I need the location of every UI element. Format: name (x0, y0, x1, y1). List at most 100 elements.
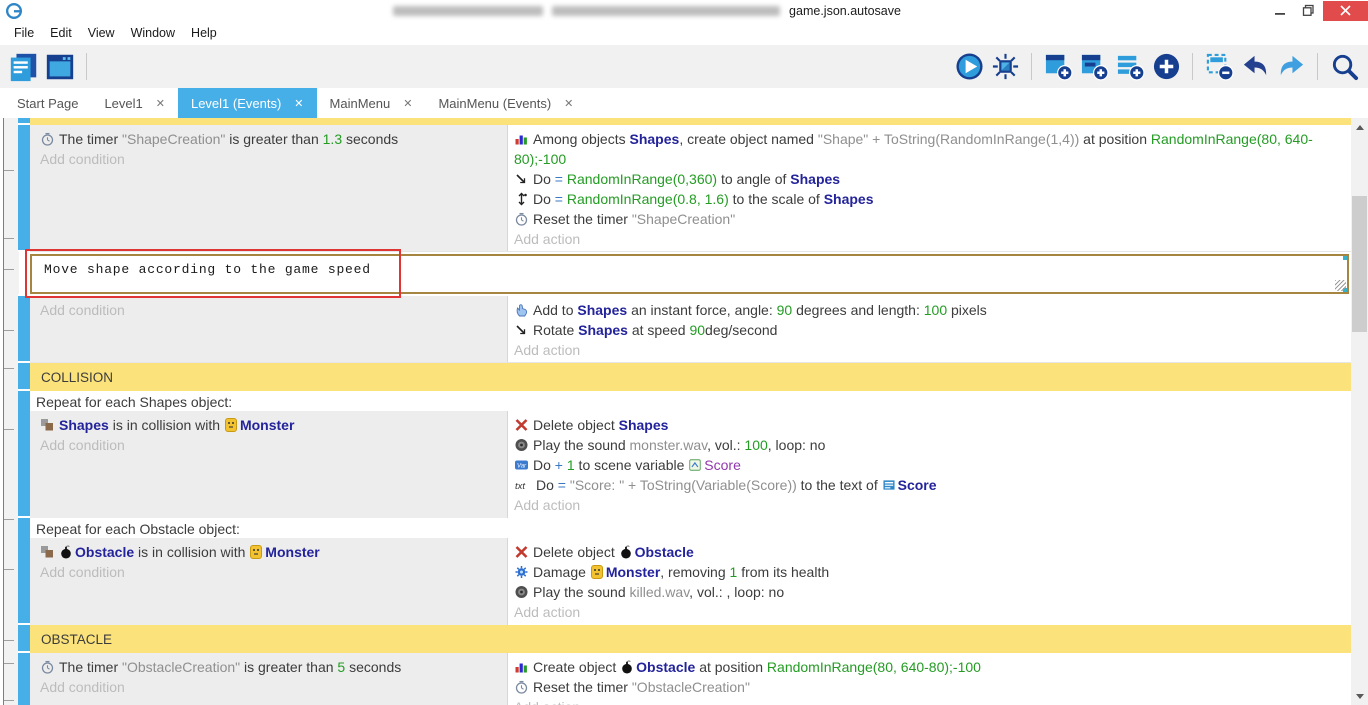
minimize-button[interactable] (1265, 1, 1294, 21)
add-action-button[interactable]: Add action (514, 340, 1341, 360)
redo-button[interactable] (1273, 50, 1309, 84)
event-margin[interactable] (18, 653, 30, 705)
tree-tick (4, 663, 14, 664)
event-row: Add condition Add to Shapes an instant fo… (18, 296, 1351, 363)
action-line[interactable]: Among objects Shapes, create object name… (514, 129, 1341, 169)
separator-body[interactable]: OBSTACLE (30, 625, 1351, 653)
search-button[interactable] (1326, 50, 1362, 84)
debug-button[interactable] (987, 50, 1023, 84)
action-line[interactable]: Delete object Shapes (514, 415, 1341, 435)
separator-body[interactable] (30, 118, 1351, 125)
action-line[interactable]: Do = RandomInRange(0.8, 1.6) to the scal… (514, 189, 1341, 209)
action-line[interactable]: Play the sound killed.wav, vol.: , loop:… (514, 582, 1341, 602)
add-condition-button[interactable]: Add condition (40, 149, 501, 169)
add-condition-button[interactable]: Add condition (40, 435, 501, 455)
tree-tick (4, 569, 14, 570)
scrollbar-down-button[interactable] (1351, 688, 1368, 704)
restore-button[interactable] (1294, 1, 1323, 21)
foreach-header[interactable]: Repeat for each Obstacle object: (30, 518, 1351, 538)
text-segment: Monster (265, 544, 319, 560)
condition-line[interactable]: Obstacle is in collision with Monster (40, 542, 501, 562)
text-segment: killed.wav (630, 584, 690, 600)
add-action-button[interactable]: Add action (514, 697, 1341, 705)
event-margin[interactable] (18, 363, 30, 391)
text-segment: "Score: " + ToString(Variable(Score)) (570, 477, 797, 493)
text-segment: Play the sound (533, 437, 630, 453)
add-condition-button[interactable]: Add condition (40, 300, 501, 320)
scrollbar-thumb[interactable] (1352, 196, 1367, 332)
tab-level1[interactable]: Level1 ✕ (91, 88, 178, 118)
action-cell: Add to Shapes an instant force, angle: 9… (508, 296, 1351, 362)
play-button[interactable] (951, 50, 987, 84)
condition-line[interactable]: The timer "ObstacleCreation" is greater … (40, 657, 501, 677)
selection-handle[interactable] (1343, 288, 1348, 293)
text-segment: is in collision with (109, 417, 224, 433)
menu-item-help[interactable]: Help (183, 26, 225, 40)
add-circle-button[interactable] (1148, 50, 1184, 84)
tree-tick (4, 269, 14, 270)
event-margin[interactable] (18, 118, 30, 125)
undo-button[interactable] (1237, 50, 1273, 84)
text-segment: 90 (689, 322, 705, 338)
action-line[interactable]: Create object Obstacle at position Rando… (514, 657, 1341, 677)
condition-line[interactable]: Shapes is in collision with Monster (40, 415, 501, 435)
action-line[interactable]: Delete object Obstacle (514, 542, 1341, 562)
action-line[interactable]: Play the sound monster.wav, vol.: 100, l… (514, 435, 1341, 455)
add-action-button[interactable]: Add action (514, 602, 1341, 622)
action-line[interactable]: Do = RandomInRange(0,360) to angle of Sh… (514, 169, 1341, 189)
action-line[interactable]: Reset the timer "ObstacleCreation" (514, 677, 1341, 697)
action-line[interactable]: Add to Shapes an instant force, angle: 9… (514, 300, 1341, 320)
separator-row: COLLISION (18, 363, 1351, 391)
play-icon (955, 52, 984, 81)
event-margin[interactable] (18, 625, 30, 653)
add-action-button[interactable]: Add action (514, 229, 1341, 249)
text-segment: "ShapeCreation" (632, 211, 735, 227)
tab-start-page[interactable]: Start Page (4, 88, 91, 118)
tab-close-icon[interactable]: ✕ (294, 97, 303, 110)
comment-editor[interactable]: Move shape according to the game speed (30, 254, 1349, 294)
tab-mainmenu[interactable]: MainMenu✕ (317, 88, 426, 118)
menu-item-edit[interactable]: Edit (42, 26, 80, 40)
window-title: game.json.autosave (29, 4, 1265, 18)
text-segment: degrees and length: (792, 302, 924, 318)
event-margin[interactable] (18, 296, 30, 363)
tab-level1-events[interactable]: Level1 (Events) ✕ (178, 88, 317, 118)
add-condition-button[interactable]: Add condition (40, 562, 501, 582)
tab-close-icon[interactable]: ✕ (156, 97, 165, 110)
add-condition-button[interactable]: Add condition (40, 677, 501, 697)
selection-handle[interactable] (1343, 255, 1348, 260)
remove-event-button[interactable] (1201, 50, 1237, 84)
action-line[interactable]: Rotate Shapes at speed 90deg/second (514, 320, 1341, 340)
action-line[interactable]: Damage Monster, removing 1 from its heal… (514, 562, 1341, 582)
scene-editor-button[interactable] (42, 50, 78, 84)
add-subevent-button[interactable] (1076, 50, 1112, 84)
tab-close-icon[interactable]: ✕ (564, 97, 573, 110)
tab-close-icon[interactable]: ✕ (403, 97, 412, 110)
add-comment-button[interactable] (1112, 50, 1148, 84)
separator-body[interactable]: COLLISION (30, 363, 1351, 391)
menu-item-window[interactable]: Window (123, 26, 183, 40)
close-button[interactable] (1323, 1, 1368, 21)
tree-tick (4, 640, 14, 641)
add-action-button[interactable]: Add action (514, 495, 1341, 515)
tab-label: Level1 (Events) (191, 96, 281, 111)
event-margin[interactable] (18, 391, 30, 518)
menu-item-file[interactable]: File (6, 26, 42, 40)
action-line[interactable]: txtDo = "Score: " + ToString(Variable(Sc… (514, 475, 1341, 495)
foreach-header[interactable]: Repeat for each Shapes object: (30, 391, 1351, 411)
add-event-button[interactable] (1040, 50, 1076, 84)
event-margin[interactable] (18, 125, 30, 252)
tab-label: Level1 (104, 96, 142, 111)
condition-line[interactable]: The timer "ShapeCreation" is greater tha… (40, 129, 501, 149)
event-margin[interactable] (18, 518, 30, 625)
action-line[interactable]: Reset the timer "ShapeCreation" (514, 209, 1341, 229)
tab-mainmenu-events[interactable]: MainMenu (Events)✕ (425, 88, 586, 118)
event-body: Add condition Add to Shapes an instant fo… (30, 296, 1351, 363)
scrollbar[interactable] (1351, 118, 1368, 705)
project-manager-button[interactable] (6, 50, 42, 84)
scrollbar-up-button[interactable] (1351, 119, 1368, 135)
text-segment: "Shape" + ToString(RandomInRange(1,4)) (818, 131, 1079, 147)
event-margin[interactable] (18, 252, 30, 296)
menu-item-view[interactable]: View (80, 26, 123, 40)
action-line[interactable]: VarDo + 1 to scene variable Score (514, 455, 1341, 475)
